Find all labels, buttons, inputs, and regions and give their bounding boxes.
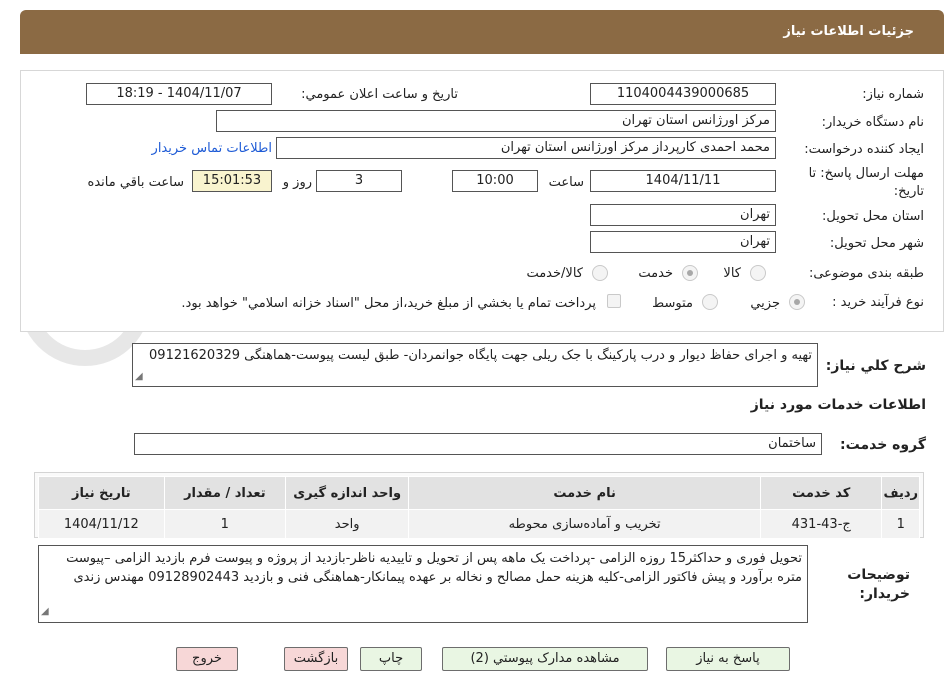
remaining-label: ساعت باقي مانده <box>87 175 184 190</box>
city-field[interactable]: تهران <box>590 231 776 253</box>
buyer-org-field[interactable]: مرکز اورژانس استان تهران <box>216 110 776 132</box>
print-button[interactable]: چاپ <box>360 647 422 671</box>
buyer-org-label: نام دستگاه خريدار: <box>821 115 924 130</box>
need-number-label: شماره نياز: <box>862 87 924 102</box>
days-label: روز و <box>282 175 312 190</box>
creator-label: ايجاد کننده درخواست: <box>804 142 924 157</box>
process-type-label: نوع فرآيند خريد : <box>832 295 924 310</box>
table-row[interactable]: 1 ج-43-431 تخريب و آماده‌سازی محوطه واحد… <box>38 509 920 539</box>
description-textarea[interactable]: تهیه و اجرای حفاظ دیوار و درب پارکینگ با… <box>132 343 818 387</box>
table-header-row: رديف کد خدمت نام خدمت واحد اندازه گيری ت… <box>38 476 920 510</box>
treasury-note: پرداخت تمام يا بخشي از مبلغ خريد،از محل … <box>181 296 596 311</box>
province-label: استان محل تحويل: <box>822 209 924 224</box>
need-number-field[interactable]: 1104004439000685 <box>590 83 776 105</box>
creator-field[interactable]: محمد احمدی کارپرداز مرکز اورژانس استان ت… <box>276 137 776 159</box>
services-table: رديف کد خدمت نام خدمت واحد اندازه گيری ت… <box>38 476 920 539</box>
service-group-label: گروه خدمت: <box>840 437 926 453</box>
exit-button[interactable]: خروج <box>176 647 238 671</box>
buyer-notes-text: تحویل فوری و حداکثر15 روزه الزامی -پرداخ… <box>66 551 802 585</box>
resize-grip-icon[interactable]: ◢ <box>135 368 143 385</box>
category-goods-radio[interactable] <box>750 265 766 281</box>
deadline-time-field[interactable]: 10:00 <box>452 170 538 192</box>
col-service-code: کد خدمت <box>759 476 883 510</box>
cell-quantity: 1 <box>163 509 286 539</box>
description-text: تهیه و اجرای حفاظ دیوار و درب پارکینگ با… <box>149 348 812 363</box>
buyer-notes-label: توضيحات <box>847 567 910 583</box>
category-service-label: خدمت <box>638 266 673 281</box>
city-label: شهر محل تحويل: <box>829 236 924 251</box>
description-label: شرح کلي نياز: <box>825 358 926 374</box>
treasury-checkbox[interactable] <box>607 294 621 308</box>
cell-row-number: 1 <box>881 509 920 539</box>
reply-button[interactable]: پاسخ به نياز <box>666 647 790 671</box>
deadline-label-2: تاريخ: <box>893 184 924 199</box>
buyer-notes-label-2: خريدار: <box>859 586 910 602</box>
province-field[interactable]: تهران <box>590 204 776 226</box>
deadline-date-field[interactable]: 1404/11/11 <box>590 170 776 192</box>
remaining-time-field: 15:01:53 <box>192 170 272 192</box>
buyer-contact-link[interactable]: اطلاعات تماس خريدار <box>152 141 272 156</box>
category-both-radio[interactable] <box>592 265 608 281</box>
view-attachments-button[interactable]: مشاهده مدارک پيوستي (2) <box>442 647 648 671</box>
cell-unit: واحد <box>284 509 410 539</box>
process-minor-radio[interactable] <box>789 294 805 310</box>
col-service-name: نام خدمت <box>408 476 761 510</box>
col-quantity: تعداد / مقدار <box>163 476 286 510</box>
buyer-notes-textarea[interactable]: تحویل فوری و حداکثر15 روزه الزامی -پرداخ… <box>38 545 808 623</box>
col-unit: واحد اندازه گيری <box>284 476 410 510</box>
category-service-radio[interactable] <box>682 265 698 281</box>
deadline-time-label: ساعت <box>548 175 584 190</box>
process-medium-label: متوسط <box>652 296 693 311</box>
back-button[interactable]: بازگشت <box>284 647 348 671</box>
page-title: جزئيات اطلاعات نياز <box>783 24 914 39</box>
announce-date-field[interactable]: 1404/11/07 - 18:19 <box>86 83 272 105</box>
cell-service-code: ج-43-431 <box>759 509 883 539</box>
category-both-label: کالا/خدمت <box>526 266 583 281</box>
services-section-title: اطلاعات خدمات مورد نياز <box>750 397 926 413</box>
category-label: طبقه بندی موضوعی: <box>808 266 924 281</box>
process-medium-radio[interactable] <box>702 294 718 310</box>
resize-grip-icon[interactable]: ◢ <box>41 602 49 621</box>
process-minor-label: جزيي <box>750 296 780 311</box>
cell-service-name: تخريب و آماده‌سازی محوطه <box>408 509 761 539</box>
category-goods-label: کالا <box>723 266 741 281</box>
cell-need-date: 1404/11/12 <box>38 509 165 539</box>
service-group-field[interactable]: ساختمان <box>134 433 822 455</box>
col-row-number: رديف <box>881 476 920 510</box>
page-header: جزئيات اطلاعات نياز <box>20 10 944 54</box>
days-field[interactable]: 3 <box>316 170 402 192</box>
announce-date-label: تاريخ و ساعت اعلان عمومي: <box>301 87 458 102</box>
col-need-date: تاريخ نياز <box>38 476 165 510</box>
deadline-label: مهلت ارسال پاسخ: تا <box>808 166 924 181</box>
